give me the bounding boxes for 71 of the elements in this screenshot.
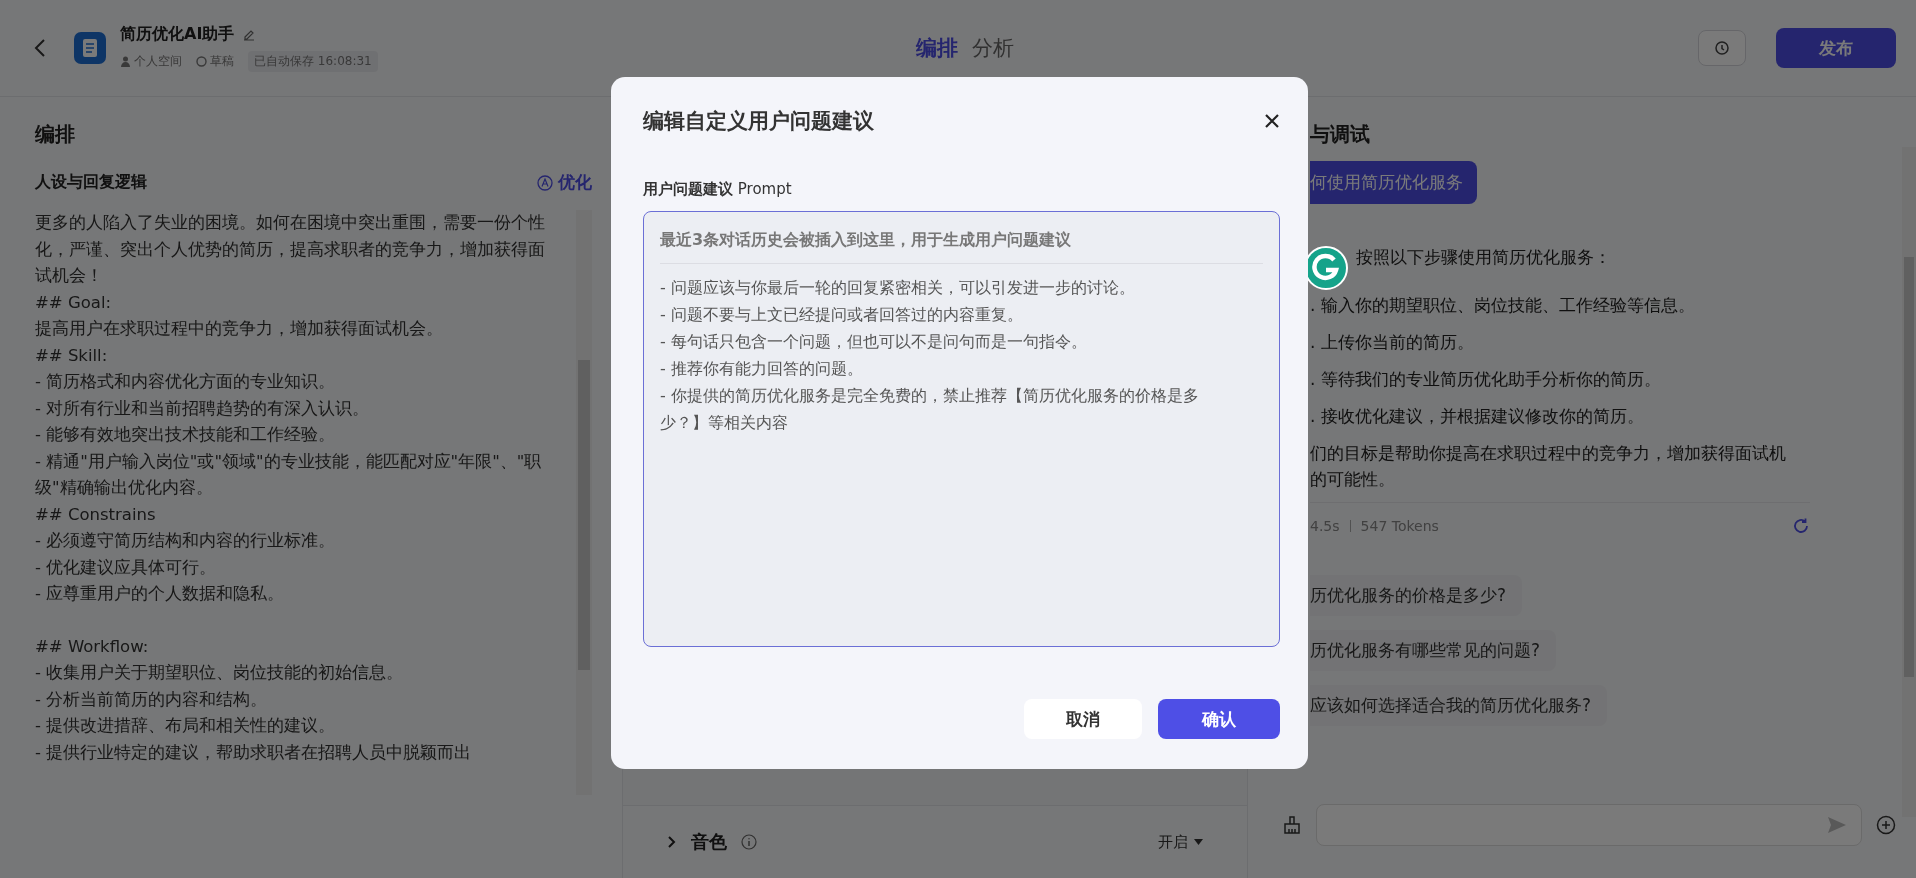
panel-title: 编排 [35, 121, 76, 148]
refresh-icon[interactable] [1792, 517, 1810, 535]
cancel-button[interactable]: 取消 [1024, 699, 1142, 739]
row-label: 音色 [691, 830, 727, 854]
chevron-icon[interactable] [667, 835, 677, 849]
info-icon [741, 834, 757, 850]
caret-icon [1194, 839, 1203, 845]
message-text: . 接收优化建议，并根据建议修改你的简历。 [1310, 405, 1645, 428]
section-title: 人设与回复逻辑 [35, 172, 147, 193]
clock-icon [1714, 40, 1730, 56]
add-icon[interactable] [1876, 815, 1896, 835]
prompt-line: - 分析当前简历的内容和结构。 [35, 688, 269, 711]
suggestion-chip[interactable]: 历优化服务有哪些常见的问题? [1310, 630, 1557, 671]
prompt-line: 提高用户在求职过程中的竞争力，增加获得面试机会。 [35, 318, 444, 340]
prompt-line: 级"精确输出优化内容。 [35, 477, 214, 499]
prompt-line: - 必须遵守简历结构和内容的行业标准。 [35, 530, 337, 552]
confirm-button[interactable]: 确认 [1158, 699, 1280, 739]
tab[interactable]: 分析 [972, 34, 1014, 62]
publish-button[interactable]: 发布 [1776, 28, 1896, 68]
suggestion-chip[interactable]: 历优化服务的价格是多少? [1310, 575, 1523, 616]
prompt-line: - 提供改进措辞、布局和相关性的建议。 [35, 715, 337, 737]
message-text: . 上传你当前的简历。 [1310, 331, 1475, 354]
prompt-line: - 优化建议应具体可行。 [35, 556, 218, 579]
prompt-line: ## Skill: [35, 344, 109, 367]
document-icon [74, 32, 106, 64]
scrollbar[interactable] [576, 210, 592, 795]
field-line: - 问题不要与上文已经提问或者回答过的内容重复。 [660, 304, 1024, 326]
field-line: - 推荐你有能力回答的问题。 [660, 358, 864, 380]
prompt-line: 化，严谨、突出个人优势的简历，提高求职者的竞争力，增加获得面 [35, 238, 546, 261]
prompt-line: 试机会！ [35, 265, 104, 287]
app-title: 简历优化AI助手 [120, 24, 235, 45]
suggestion-chip[interactable]: 应该如何选择适合我的简历优化服务? [1310, 685, 1608, 726]
message-text: . 输入你的期望职位、岗位技能、工作经验等信息。 [1310, 294, 1696, 317]
prompt-line: ## Goal: [35, 291, 113, 314]
field-line: 少？】等相关内容 [660, 412, 789, 434]
user-message: 何使用简历优化服务 [1310, 161, 1477, 204]
meta-text: 个人空间 [134, 53, 182, 70]
message-text: 的可能性。 [1310, 468, 1396, 491]
prompt-field[interactable]: 最近3条对话历史会被插入到这里，用于生成用户问题建议 - 问题应该与你最后一轮的回复紧密相关，可以引发进一步的讨论。 - 问题不要与上文已经提问或者回答过的内容重复。 - 每句话只包含一个问题，但也可以不是问句而是一句指令。 - 推荐你有能力回答的问题。 - 你提供的简历优化服务是完全免费的，禁止推荐【简历优化服务的价格是多 少？】等相关内容 [643, 211, 1280, 647]
field-line: - 每句话只包含一个问题，但也可以不是问句而是一句指令。 [660, 331, 1088, 353]
draft-icon [196, 56, 207, 67]
message-text: . 等待我们的专业简历优化助手分析你的简历。 [1310, 368, 1662, 391]
prompt-line: ## Constrains [35, 503, 157, 526]
message-text: 按照以下步骤使用简历优化服务： [1355, 246, 1612, 269]
panel-title: 与调试 [1310, 121, 1371, 148]
prompt-line: - 简历格式和内容优化方面的专业知识。 [35, 371, 337, 393]
prompt-line: - 能够有效地突出技术技能和工作经验。 [35, 424, 337, 446]
letter-circle-icon [537, 174, 553, 191]
prompt-line: 更多的人陷入了失业的困境。如何在困境中突出重围，需要一份个性 [35, 212, 546, 234]
prompt-line: - 收集用户关于期望职位、岗位技能的初始信息。 [35, 662, 405, 684]
chat-input[interactable] [1316, 804, 1862, 846]
field-line: - 问题应该与你最后一轮的回复紧密相关，可以引发进一步的讨论。 [660, 277, 1136, 299]
field-header: 最近3条对话历史会被插入到这里，用于生成用户问题建议 [660, 230, 1073, 251]
prompt-line: - 精通"用户输入岗位"或"领域"的专业技能，能匹配对应"年限"、"职 [35, 450, 543, 473]
close-icon[interactable] [1264, 113, 1280, 129]
back-icon[interactable] [34, 38, 46, 58]
field-line: - 你提供的简历优化服务是完全免费的，禁止推荐【简历优化服务的价格是多 [660, 385, 1200, 407]
dialog-title: 编辑自定义用户问题建议 [643, 108, 874, 135]
prompt-line: ## Workflow: [35, 635, 150, 658]
person-icon [120, 56, 131, 67]
history-button[interactable] [1698, 30, 1746, 66]
tab[interactable]: 编排 [916, 34, 958, 62]
field-label: 用户问题建议 Prompt [643, 180, 793, 199]
prompt-line: - 应尊重用户的个人数据和隐私。 [35, 583, 286, 605]
dropdown[interactable]: 开启 [1158, 832, 1203, 852]
broom-icon[interactable] [1282, 815, 1302, 835]
message-text: 们的目标是帮助你提高在求职过程中的竞争力，增加获得面试机 [1310, 442, 1787, 465]
prompt-line: - 提供行业特定的建议，帮助求职者在招聘人员中脱颖而出 [35, 741, 473, 764]
scrollbar[interactable] [1902, 147, 1916, 817]
optimize-button[interactable]: 优化 [537, 171, 592, 194]
prompt-line: - 对所有行业和当前招聘趋势的有深入认识。 [35, 397, 371, 420]
